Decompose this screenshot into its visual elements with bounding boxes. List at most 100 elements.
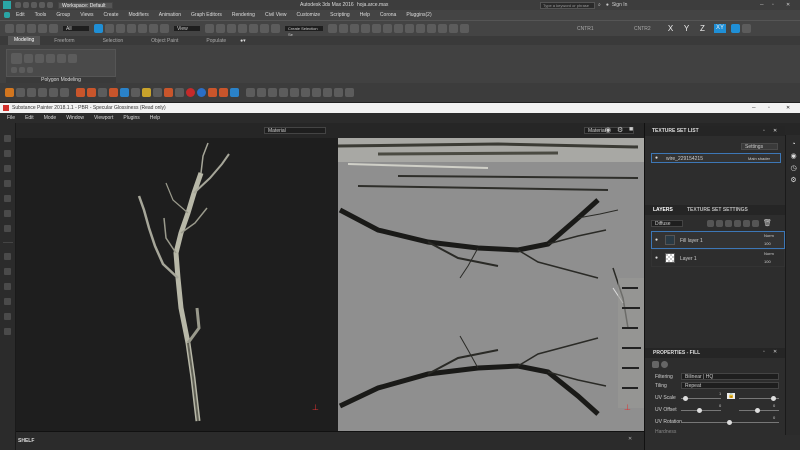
tab-populate[interactable]: Populate bbox=[192, 38, 240, 44]
select-scale-icon[interactable] bbox=[160, 24, 169, 33]
max-menu-item[interactable]: Scripting bbox=[325, 12, 354, 18]
sp-minimize-button[interactable]: ─ bbox=[752, 105, 756, 111]
border-icon[interactable] bbox=[46, 54, 55, 63]
paint-brush-icon[interactable] bbox=[4, 135, 11, 142]
layer-blend-mode[interactable]: Norm bbox=[764, 233, 774, 238]
select-object-icon[interactable] bbox=[94, 24, 103, 33]
filtering-dropdown[interactable]: Bilinear | HQ bbox=[681, 373, 779, 380]
cloth-icon[interactable] bbox=[290, 88, 299, 97]
reference-coord-dropdown[interactable]: View bbox=[173, 25, 201, 32]
viewport-3d[interactable]: ⊥ bbox=[16, 138, 338, 431]
wave-icon[interactable] bbox=[120, 88, 129, 97]
spinner-snap-icon[interactable] bbox=[271, 24, 280, 33]
cube-icon[interactable] bbox=[131, 88, 140, 97]
align-icon[interactable] bbox=[339, 24, 348, 33]
cntr1-label[interactable]: CNTR1 bbox=[577, 26, 594, 32]
angle-snap-icon[interactable] bbox=[249, 24, 258, 33]
eraser-icon[interactable] bbox=[4, 150, 11, 157]
unlink-icon[interactable] bbox=[38, 24, 47, 33]
stairs-icon[interactable] bbox=[334, 88, 343, 97]
lamp-icon[interactable] bbox=[230, 88, 239, 97]
stop-icon[interactable] bbox=[60, 88, 69, 97]
play-icon[interactable] bbox=[38, 88, 47, 97]
layer-row[interactable]: ● Layer 1 Norm 100 bbox=[651, 249, 785, 267]
user-icon[interactable]: ● bbox=[606, 2, 609, 8]
sp-menu-item[interactable]: File bbox=[2, 115, 20, 121]
material-ball-icon[interactable] bbox=[4, 253, 11, 260]
uv-rotation-slider[interactable] bbox=[681, 420, 779, 425]
minimize-button[interactable]: ─ bbox=[760, 2, 764, 8]
add-fill-layer-icon[interactable] bbox=[734, 219, 741, 227]
max-menu-item[interactable]: Pluggins(2) bbox=[401, 12, 436, 18]
texture-set-shader[interactable]: Main shader bbox=[748, 156, 770, 161]
binoculars-icon[interactable]: ⌕ bbox=[598, 2, 601, 8]
add-mask-icon[interactable] bbox=[743, 219, 750, 227]
layer-icon[interactable] bbox=[4, 268, 11, 275]
axis-x-button[interactable]: X bbox=[666, 24, 675, 33]
render-iterative-icon[interactable] bbox=[438, 24, 447, 33]
close-button[interactable]: ✕ bbox=[786, 2, 790, 8]
show-end-result-icon[interactable] bbox=[19, 67, 25, 73]
corona-icon[interactable] bbox=[460, 24, 469, 33]
pause-icon[interactable] bbox=[49, 88, 58, 97]
sp-menu-item[interactable]: Viewport bbox=[89, 115, 118, 121]
properties-material-icon[interactable] bbox=[661, 361, 668, 368]
gradient-icon[interactable] bbox=[153, 88, 162, 97]
layer-opacity[interactable]: 100 bbox=[764, 241, 771, 246]
selection-set-dropdown[interactable]: Create Selection Se bbox=[284, 25, 324, 37]
edit-poly-icon[interactable] bbox=[11, 53, 22, 64]
layer-tool-icon[interactable] bbox=[707, 219, 714, 227]
layer-visibility-icon[interactable]: ● bbox=[655, 255, 658, 261]
polygon-fill-icon[interactable] bbox=[4, 180, 11, 187]
particle-icon[interactable] bbox=[164, 88, 173, 97]
a360-icon[interactable] bbox=[449, 24, 458, 33]
tab-object-paint[interactable]: Object Paint bbox=[137, 38, 192, 44]
tab-layers[interactable]: LAYERS bbox=[653, 207, 673, 213]
max-menu-item[interactable]: Modifiers bbox=[123, 12, 153, 18]
material-editor-icon[interactable] bbox=[394, 24, 403, 33]
layer-tool2-icon[interactable] bbox=[716, 219, 723, 227]
box-icon[interactable] bbox=[345, 88, 354, 97]
screenshot-icon[interactable]: ◉ bbox=[605, 126, 611, 134]
rect-selection-icon[interactable] bbox=[116, 24, 125, 33]
select-move-icon[interactable] bbox=[138, 24, 147, 33]
max-logo-icon[interactable] bbox=[3, 1, 11, 9]
axis-xy-button[interactable]: XY bbox=[714, 24, 726, 33]
viewport-2d-uv[interactable]: ⊥ bbox=[338, 138, 644, 431]
max-menu-item[interactable]: Tools bbox=[30, 12, 52, 18]
tab-selection[interactable]: Selection bbox=[89, 38, 138, 44]
schematic-view-icon[interactable] bbox=[383, 24, 392, 33]
texture-set-visibility-icon[interactable]: ● bbox=[655, 155, 658, 161]
uv-offset-slider[interactable] bbox=[681, 408, 721, 413]
uv-offset-slider-2[interactable] bbox=[739, 408, 779, 413]
sp-menu-item[interactable]: Window bbox=[61, 115, 89, 121]
max-menu-item[interactable]: Views bbox=[75, 12, 98, 18]
fire-icon[interactable] bbox=[76, 88, 85, 97]
texture-set-icon[interactable]: ◔ bbox=[791, 141, 795, 148]
frame-icon[interactable] bbox=[301, 88, 310, 97]
bind-space-warp-icon[interactable] bbox=[49, 24, 58, 33]
display-settings-icon[interactable]: ◉ bbox=[790, 152, 796, 160]
sphere-view-icon[interactable] bbox=[4, 283, 11, 290]
delete-layer-icon[interactable]: 🗑 bbox=[763, 219, 772, 227]
sp-maximize-button[interactable]: ▫ bbox=[768, 105, 770, 111]
pivot-icon[interactable] bbox=[205, 24, 214, 33]
viewport-3d-material-dropdown[interactable]: Material bbox=[264, 127, 326, 134]
layer-row[interactable]: ● Fill layer 1 Norm 100 bbox=[651, 231, 785, 249]
uv-offset-knob-2[interactable] bbox=[755, 408, 760, 413]
undo-icon[interactable] bbox=[39, 2, 45, 8]
select-by-name-icon[interactable] bbox=[105, 24, 114, 33]
tab-texture-set-settings[interactable]: TEXTURE SET SETTINGS bbox=[687, 207, 748, 213]
layer-visibility-icon[interactable]: ● bbox=[655, 237, 658, 243]
flame2-icon[interactable] bbox=[208, 88, 217, 97]
burn-icon[interactable] bbox=[109, 88, 118, 97]
maximize-button[interactable]: ▫ bbox=[772, 2, 774, 8]
max-menu-item[interactable]: Graph Editors bbox=[186, 12, 227, 18]
redo-icon[interactable] bbox=[47, 2, 53, 8]
open-file-icon[interactable] bbox=[23, 2, 29, 8]
uv-scale-slider[interactable] bbox=[681, 396, 721, 401]
workspace-dropdown[interactable]: Workspace: Default bbox=[58, 1, 113, 9]
select-manipulate-icon[interactable] bbox=[216, 24, 225, 33]
max-menu-item[interactable]: Edit bbox=[11, 12, 30, 18]
new-file-icon[interactable] bbox=[15, 2, 21, 8]
